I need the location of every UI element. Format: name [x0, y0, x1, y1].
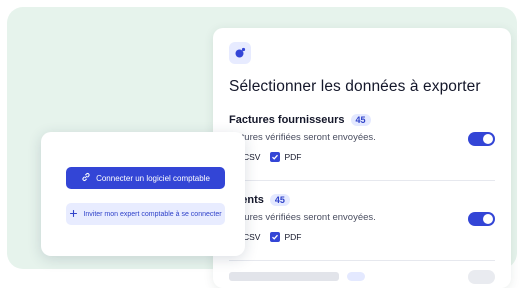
- link-icon: [81, 172, 91, 184]
- pdf-label: PDF: [284, 232, 302, 242]
- export-data-card: Sélectionner les données à exporter Fact…: [213, 28, 511, 288]
- count-badge: 45: [350, 114, 371, 126]
- invite-accountant-label: Inviter mon expert comptable à se connec…: [83, 210, 222, 218]
- plus-icon: [69, 209, 78, 220]
- pdf-checkbox[interactable]: PDF: [270, 232, 301, 242]
- invite-accountant-button[interactable]: Inviter mon expert comptable à se connec…: [66, 203, 225, 225]
- check-icon: [270, 152, 281, 162]
- planet-icon: [229, 42, 251, 64]
- export-toggle[interactable]: [468, 132, 495, 146]
- divider: [229, 260, 495, 261]
- section-supplier-invoices: Factures fournisseurs 45 factures vérifi…: [229, 114, 495, 162]
- check-icon: [270, 232, 281, 242]
- csv-label: CSV: [243, 152, 261, 162]
- export-toggle[interactable]: [468, 212, 495, 226]
- section-title-placeholder: [229, 272, 339, 281]
- card-title: Sélectionner les données à exporter: [229, 78, 481, 95]
- connect-accounting-card: Connecter un logiciel comptable Inviter …: [41, 132, 245, 256]
- count-badge: 45: [269, 194, 290, 206]
- section-title: Factures fournisseurs: [229, 114, 345, 126]
- csv-label: CSV: [243, 232, 261, 242]
- section-client-invoices: clients 45 factures vérifiées seront env…: [229, 194, 495, 242]
- count-badge: [347, 272, 365, 281]
- section-description: factures vérifiées seront envoyées.: [229, 212, 376, 223]
- pdf-label: PDF: [284, 152, 302, 162]
- connect-software-label: Connecter un logiciel comptable: [96, 173, 210, 183]
- connect-software-button[interactable]: Connecter un logiciel comptable: [66, 167, 225, 189]
- export-toggle[interactable]: [468, 270, 495, 284]
- divider: [229, 180, 495, 181]
- section-description: factures vérifiées seront envoyées.: [229, 132, 376, 143]
- pdf-checkbox[interactable]: PDF: [270, 152, 301, 162]
